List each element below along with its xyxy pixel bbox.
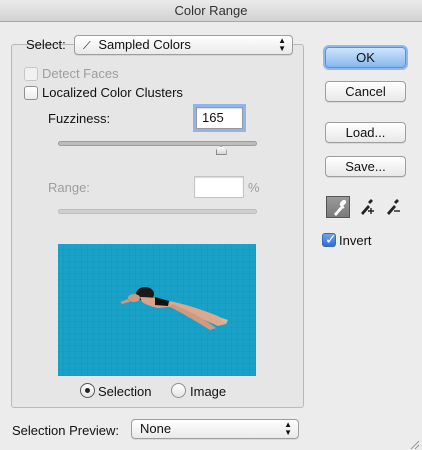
detect-faces-checkbox[interactable] (24, 67, 38, 81)
resize-grip-icon[interactable] (410, 438, 420, 450)
range-slider-track[interactable] (58, 209, 257, 214)
eyedropper-plus-icon[interactable] (354, 196, 378, 218)
save-button[interactable]: Save... (325, 156, 406, 177)
range-label: Range: (48, 180, 90, 195)
ok-button[interactable]: OK (325, 47, 406, 68)
select-label: Select: (26, 37, 66, 52)
invert-label: Invert (339, 233, 372, 248)
invert-checkbox[interactable]: ✓ (322, 231, 337, 247)
eyedropper-minus-icon[interactable] (380, 196, 404, 218)
eyedropper-small-icon: ⟋ (83, 40, 91, 52)
image-radio-label: Image (190, 384, 227, 399)
load-button[interactable]: Load... (325, 122, 406, 143)
checkmark-icon: ✓ (325, 231, 337, 247)
select-popup[interactable]: ⟋ Sampled Colors ▲ ▼ (74, 35, 293, 55)
popup-arrows-icon: ▲ ▼ (278, 36, 286, 53)
cancel-button[interactable]: Cancel (325, 81, 406, 102)
fuzziness-slider-track[interactable] (58, 141, 257, 146)
localized-clusters-label: Localized Color Clusters (42, 85, 183, 100)
selection-radio-label: Selection (98, 384, 152, 399)
window-title: Color Range (0, 0, 422, 22)
localized-clusters-checkbox[interactable] (24, 86, 38, 100)
range-unit: % (248, 180, 260, 195)
fuzziness-input[interactable]: 165 (193, 104, 246, 132)
selection-preview-value: None (140, 421, 172, 436)
selection-preview-label: Selection Preview: (12, 423, 119, 438)
select-value: Sampled Colors (98, 37, 191, 52)
image-radio[interactable] (171, 383, 186, 398)
selection-radio[interactable] (80, 383, 95, 398)
preview-image (58, 244, 256, 376)
range-input[interactable] (194, 176, 244, 198)
fuzziness-label: Fuzziness: (48, 111, 111, 126)
selection-preview-popup[interactable]: None ▲ ▼ (131, 419, 299, 439)
popup-arrows-icon: ▲ ▼ (284, 420, 292, 437)
eyedropper-icon[interactable] (326, 196, 350, 218)
detect-faces-label: Detect Faces (42, 66, 119, 81)
